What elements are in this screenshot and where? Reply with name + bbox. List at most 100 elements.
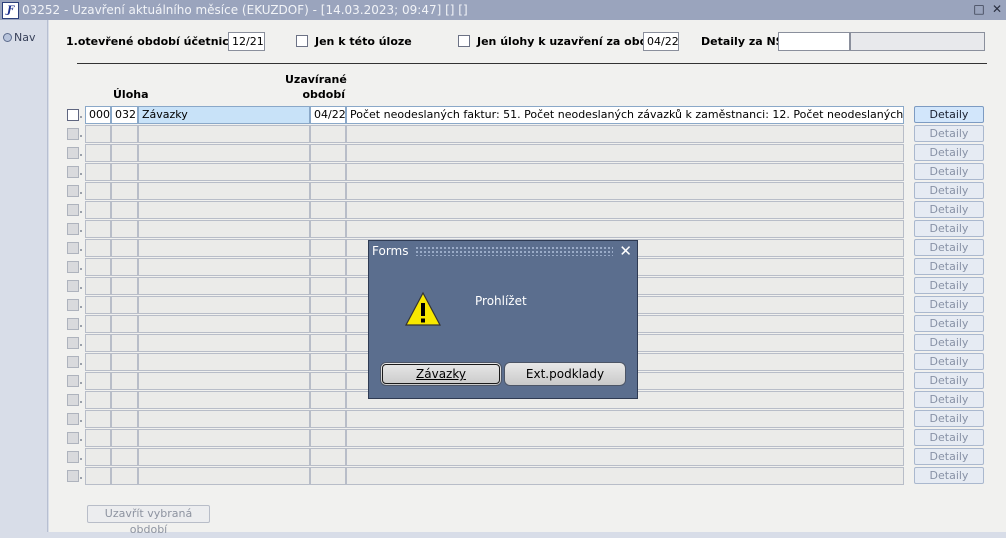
- row-cell-period[interactable]: [310, 334, 346, 352]
- close-window-icon[interactable]: ✕: [990, 1, 1004, 18]
- table-row[interactable]: Detaily: [49, 429, 1006, 447]
- row-cell-task[interactable]: [138, 391, 310, 409]
- row-cell-period[interactable]: [310, 296, 346, 314]
- only-closing-tasks-checkbox[interactable]: [458, 35, 470, 47]
- row-select-checkbox[interactable]: [67, 185, 79, 197]
- table-row[interactable]: Detaily: [49, 467, 1006, 485]
- table-row[interactable]: Detaily: [49, 410, 1006, 428]
- row-cell-code2[interactable]: [111, 239, 138, 257]
- row-detail-button[interactable]: Detaily: [914, 239, 984, 256]
- row-cell-code1[interactable]: [85, 163, 111, 181]
- only-this-task-checkbox[interactable]: [296, 35, 308, 47]
- row-cell-code1[interactable]: [85, 467, 111, 485]
- row-cell-code1[interactable]: [85, 315, 111, 333]
- table-row[interactable]: Detaily: [49, 125, 1006, 143]
- dialog-close-icon[interactable]: ✕: [619, 241, 632, 261]
- row-cell-task[interactable]: [138, 410, 310, 428]
- table-row[interactable]: Detaily: [49, 201, 1006, 219]
- row-cell-code1[interactable]: [85, 182, 111, 200]
- dialog-button-zavazky[interactable]: Závazky: [380, 362, 502, 386]
- row-select-checkbox[interactable]: [67, 470, 79, 482]
- row-cell-period[interactable]: [310, 258, 346, 276]
- row-cell-task[interactable]: [138, 182, 310, 200]
- row-select-checkbox[interactable]: [67, 299, 79, 311]
- row-cell-task[interactable]: [138, 239, 310, 257]
- row-cell-task[interactable]: [138, 125, 310, 143]
- row-cell-code1[interactable]: [85, 429, 111, 447]
- row-cell-task[interactable]: [138, 163, 310, 181]
- row-cell-code1[interactable]: [85, 296, 111, 314]
- row-cell-note[interactable]: [346, 448, 904, 466]
- row-detail-button[interactable]: Detaily: [914, 372, 984, 389]
- row-cell-code2[interactable]: [111, 410, 138, 428]
- row-detail-button[interactable]: Detaily: [914, 277, 984, 294]
- row-detail-button[interactable]: Detaily: [914, 106, 984, 123]
- row-detail-button[interactable]: Detaily: [914, 410, 984, 427]
- row-cell-task[interactable]: Závazky: [138, 106, 310, 124]
- row-detail-button[interactable]: Detaily: [914, 201, 984, 218]
- row-select-checkbox[interactable]: [67, 318, 79, 330]
- row-cell-period[interactable]: [310, 144, 346, 162]
- row-cell-code2[interactable]: [111, 182, 138, 200]
- row-cell-period[interactable]: [310, 353, 346, 371]
- row-cell-code2[interactable]: [111, 334, 138, 352]
- row-detail-button[interactable]: Detaily: [914, 296, 984, 313]
- row-cell-code2[interactable]: [111, 296, 138, 314]
- row-cell-code1[interactable]: 000: [85, 106, 111, 124]
- row-cell-code1[interactable]: [85, 220, 111, 238]
- row-cell-note[interactable]: [346, 201, 904, 219]
- row-cell-code1[interactable]: [85, 391, 111, 409]
- row-select-checkbox[interactable]: [67, 242, 79, 254]
- row-cell-period[interactable]: [310, 201, 346, 219]
- closing-period-field[interactable]: 04/22: [643, 32, 679, 51]
- row-cell-code2[interactable]: [111, 201, 138, 219]
- row-cell-code2[interactable]: [111, 220, 138, 238]
- row-cell-note[interactable]: [346, 429, 904, 447]
- details-ns-name-field[interactable]: [850, 32, 985, 51]
- row-cell-task[interactable]: [138, 144, 310, 162]
- row-select-checkbox[interactable]: [67, 147, 79, 159]
- row-cell-code2[interactable]: [111, 144, 138, 162]
- row-cell-period[interactable]: [310, 315, 346, 333]
- row-cell-code1[interactable]: [85, 372, 111, 390]
- row-cell-period[interactable]: [310, 410, 346, 428]
- row-detail-button[interactable]: Detaily: [914, 258, 984, 275]
- table-row[interactable]: Detaily: [49, 144, 1006, 162]
- row-cell-code1[interactable]: [85, 353, 111, 371]
- row-cell-code1[interactable]: [85, 334, 111, 352]
- row-select-checkbox[interactable]: [67, 394, 79, 406]
- row-detail-button[interactable]: Detaily: [914, 334, 984, 351]
- row-cell-note[interactable]: [346, 220, 904, 238]
- row-cell-note[interactable]: [346, 410, 904, 428]
- restore-window-icon[interactable]: □: [972, 1, 986, 18]
- row-cell-note[interactable]: [346, 182, 904, 200]
- row-cell-period[interactable]: [310, 429, 346, 447]
- row-cell-code2[interactable]: [111, 163, 138, 181]
- row-detail-button[interactable]: Detaily: [914, 429, 984, 446]
- row-detail-button[interactable]: Detaily: [914, 125, 984, 142]
- row-cell-code1[interactable]: [85, 201, 111, 219]
- row-cell-code2[interactable]: [111, 277, 138, 295]
- table-row[interactable]: Detaily: [49, 220, 1006, 238]
- row-select-checkbox[interactable]: [67, 375, 79, 387]
- dialog-button-ext-podklady[interactable]: Ext.podklady: [504, 362, 626, 386]
- row-cell-task[interactable]: [138, 372, 310, 390]
- row-cell-note[interactable]: [346, 163, 904, 181]
- nav-toggle[interactable]: Nav: [3, 31, 35, 44]
- row-cell-note[interactable]: [346, 125, 904, 143]
- row-cell-period[interactable]: [310, 467, 346, 485]
- row-select-checkbox[interactable]: [67, 128, 79, 140]
- row-select-checkbox[interactable]: [67, 204, 79, 216]
- row-cell-code1[interactable]: [85, 448, 111, 466]
- row-detail-button[interactable]: Detaily: [914, 144, 984, 161]
- row-cell-code2[interactable]: [111, 258, 138, 276]
- row-select-checkbox[interactable]: [67, 356, 79, 368]
- row-cell-note[interactable]: [346, 144, 904, 162]
- row-detail-button[interactable]: Detaily: [914, 182, 984, 199]
- row-select-checkbox[interactable]: [67, 413, 79, 425]
- row-select-checkbox[interactable]: [67, 261, 79, 273]
- row-cell-period[interactable]: [310, 182, 346, 200]
- row-cell-task[interactable]: [138, 201, 310, 219]
- row-cell-period[interactable]: [310, 277, 346, 295]
- row-cell-code2[interactable]: [111, 315, 138, 333]
